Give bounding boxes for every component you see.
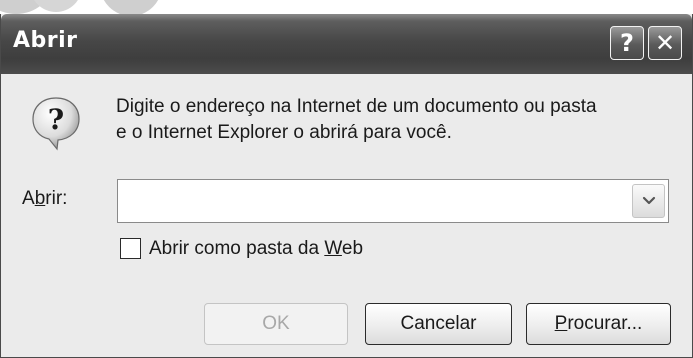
cancel-button[interactable]: Cancelar: [365, 303, 512, 345]
address-input[interactable]: [118, 180, 628, 222]
help-button[interactable]: ?: [610, 26, 644, 60]
dropdown-button[interactable]: [632, 184, 665, 218]
ok-button[interactable]: OK: [204, 303, 348, 345]
help-icon: ?: [620, 29, 634, 57]
open-dialog: Abrir ? ✕ ? Digite o endereço na Interne…: [0, 14, 693, 358]
instruction-text: Digite o endereço na Internet de um docu…: [116, 94, 676, 146]
chevron-down-icon: [642, 196, 655, 205]
address-combobox[interactable]: [117, 179, 669, 223]
open-as-web-folder-label[interactable]: Abrir como pasta da Web: [149, 238, 363, 260]
instruction-line-2: e o Internet Explorer o abrirá para você…: [116, 122, 452, 143]
title-bar[interactable]: Abrir ? ✕: [1, 14, 692, 74]
instruction-line-1: Digite o endereço na Internet de um docu…: [116, 96, 597, 117]
dialog-title: Abrir: [13, 28, 78, 53]
open-as-web-folder-checkbox[interactable]: [120, 238, 141, 259]
svg-text:?: ?: [48, 103, 64, 136]
close-icon: ✕: [654, 29, 676, 57]
open-field-label: Abrir:: [22, 188, 68, 209]
dialog-body: ? Digite o endereço na Internet de um do…: [1, 74, 692, 358]
browse-button[interactable]: Procurar...: [526, 303, 671, 345]
question-bubble-icon: ?: [32, 97, 80, 151]
close-button[interactable]: ✕: [648, 26, 682, 60]
